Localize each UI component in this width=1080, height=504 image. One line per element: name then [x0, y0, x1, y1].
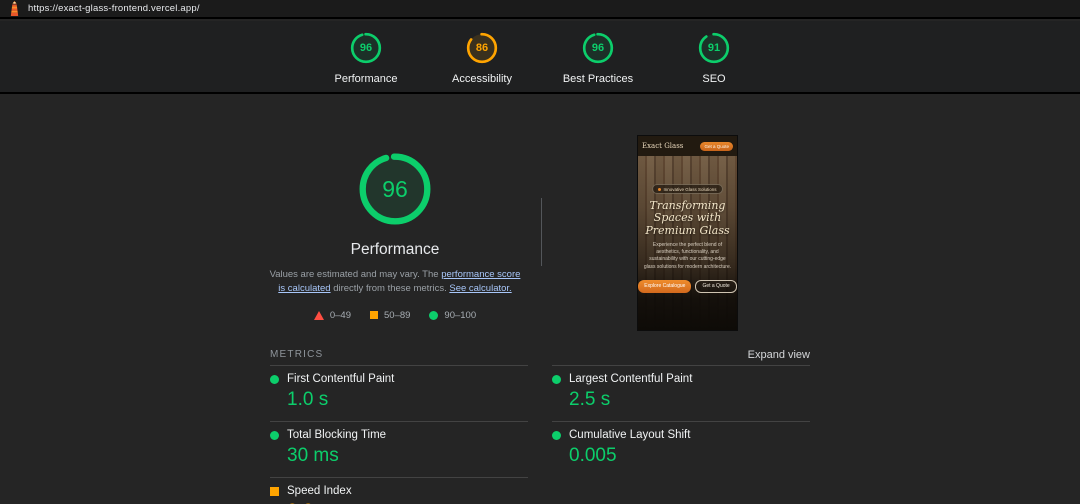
gauge-score: 96: [581, 31, 615, 65]
thumb-badge: Innovative Glass Solutions: [652, 184, 722, 194]
metric-value: 0.005: [569, 445, 810, 467]
badge-dot-icon: [658, 188, 661, 191]
gauge-ring: 91: [697, 31, 731, 65]
metric-largest-contentful-paint: Largest Contentful Paint 2.5 s: [552, 365, 810, 421]
summary-gauge-performance[interactable]: 96 Performance: [323, 31, 409, 85]
metric-cumulative-layout-shift: Cumulative Layout Shift 0.005: [552, 421, 810, 477]
thumb-cta-row: Explore Catalogue Get a Quote: [638, 280, 736, 293]
thumb-badge-label: Innovative Glass Solutions: [663, 187, 716, 192]
gauge-ring: 96: [349, 31, 383, 65]
metrics-section: METRICS Expand view First Contentful Pai…: [270, 344, 810, 504]
lighthouse-icon: [8, 1, 21, 16]
poor-triangle-icon: [314, 311, 324, 320]
metric-total-blocking-time: Total Blocking Time 30 ms: [270, 421, 528, 477]
metric-label: First Contentful Paint: [287, 373, 394, 385]
performance-main-gauge: 96: [356, 150, 434, 228]
metric-status-icon: [552, 375, 561, 384]
metric-status-icon: [270, 431, 279, 440]
summary-gauge-seo[interactable]: 91 SEO: [671, 31, 757, 85]
gauge-ring: 86: [465, 31, 499, 65]
legend-range: 90–100: [444, 310, 476, 321]
gauge-score: 86: [465, 31, 499, 65]
lighthouse-report: https://exact-glass-frontend.vercel.app/…: [0, 0, 1080, 504]
thumb-hero: Innovative Glass Solutions Transforming …: [638, 156, 737, 330]
section-divider: [541, 198, 542, 266]
performance-title: Performance: [351, 241, 440, 259]
metric-label: Total Blocking Time: [287, 429, 386, 441]
metric-value: 2.5 s: [569, 389, 810, 411]
summary-gauge-accessibility[interactable]: 86 Accessibility: [439, 31, 525, 85]
performance-score: 96: [356, 150, 434, 228]
score-summary-strip: 96 Performance 86 Accessibility 96 Best …: [0, 21, 1080, 94]
metrics-grid: First Contentful Paint 1.0 s Largest Con…: [270, 365, 810, 504]
thumb-explore-button: Explore Catalogue: [638, 280, 691, 293]
thumb-body-text: Experience the perfect blend of aestheti…: [644, 242, 732, 271]
metric-label: Largest Contentful Paint: [569, 373, 692, 385]
thumb-headline: Transforming Spaces with Premium Glass: [645, 200, 729, 237]
gauge-score: 91: [697, 31, 731, 65]
thumb-site-header: Exact Glass Get a Quote: [638, 136, 737, 156]
tested-url-link[interactable]: https://exact-glass-frontend.vercel.app/: [28, 3, 200, 14]
gauge-label: SEO: [702, 73, 725, 85]
legend-item-good: 90–100: [429, 310, 476, 321]
metric-speed-index: Speed Index 3.8 s: [270, 477, 528, 504]
disclaimer-text: directly from these metrics.: [331, 283, 450, 294]
score-scale-legend: 0–49 50–89 90–100: [314, 310, 476, 321]
average-square-icon: [370, 311, 378, 319]
metric-label: Cumulative Layout Shift: [569, 429, 690, 441]
see-calculator-link[interactable]: See calculator.: [449, 283, 511, 294]
metric-status-icon: [552, 431, 561, 440]
metric-first-contentful-paint: First Contentful Paint 1.0 s: [270, 365, 528, 421]
report-url-bar: https://exact-glass-frontend.vercel.app/: [0, 0, 1080, 19]
metric-label: Speed Index: [287, 485, 352, 497]
metric-value: 30 ms: [287, 445, 528, 467]
disclaimer-text: Values are estimated and may vary. The: [270, 269, 442, 280]
good-circle-icon: [429, 311, 438, 320]
summary-gauge-best-practices[interactable]: 96 Best Practices: [555, 31, 641, 85]
legend-item-average: 50–89: [370, 310, 410, 321]
legend-range: 0–49: [330, 310, 351, 321]
legend-item-poor: 0–49: [314, 310, 351, 321]
metric-status-icon: [270, 487, 279, 496]
metric-value: 1.0 s: [287, 389, 528, 411]
gauge-ring: 96: [581, 31, 615, 65]
gauge-label: Best Practices: [563, 73, 633, 85]
metric-status-icon: [270, 375, 279, 384]
gauge-label: Performance: [335, 73, 398, 85]
performance-category-section: 96 Performance Values are estimated and …: [268, 150, 522, 321]
thumb-brand-logo: Exact Glass: [642, 142, 683, 150]
gauge-label: Accessibility: [452, 73, 512, 85]
thumb-header-quote-button: Get a Quote: [700, 142, 733, 151]
gauge-score: 96: [349, 31, 383, 65]
metrics-heading: METRICS: [270, 349, 323, 360]
score-disclaimer: Values are estimated and may vary. The p…: [268, 268, 522, 297]
expand-view-button[interactable]: Expand view: [748, 349, 810, 361]
legend-range: 50–89: [384, 310, 410, 321]
page-screenshot-thumbnail[interactable]: Exact Glass Get a Quote Innovative Glass…: [638, 136, 737, 330]
thumb-quote-button: Get a Quote: [695, 280, 736, 293]
